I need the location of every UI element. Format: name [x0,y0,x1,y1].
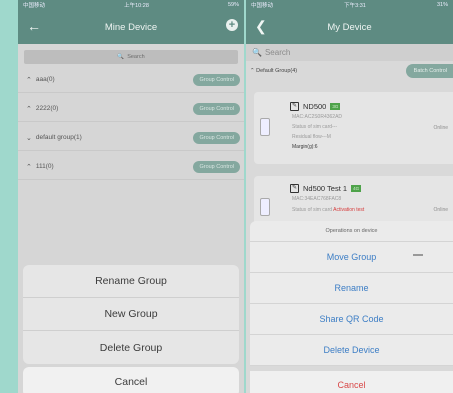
page-title: My Device [327,21,372,33]
move-group-button[interactable]: Move Group [250,242,453,273]
device-image [260,198,270,216]
chevron-up-icon: ⌃ [26,105,32,113]
online-status: Online [433,207,448,213]
margin-value: Margin(g):6 [292,144,318,150]
residual-flow: Residual flow---M [292,134,331,140]
page-title: Mine Device [104,21,158,33]
group-row[interactable]: ⌃ 2222(0) Group Control [18,96,244,122]
search-icon: 🔍 [252,48,262,57]
battery-text: 59% [227,2,239,8]
group-name: 2222(0) [35,105,59,112]
chevron-up-icon: ⌃ [250,68,255,74]
device-image [260,118,270,136]
device-name: Nd500 Test 1 [303,184,348,193]
group-name: aaa(0) [35,76,55,83]
sim-status-label: Status of sim card [292,207,333,213]
add-icon[interactable]: + [226,19,238,31]
group-header[interactable]: ⌃ Default Group(4) Batch Control [246,61,453,81]
search-input[interactable]: 🔍 Search [24,50,238,64]
left-app-bar: 中国移动 上午10:28 59% ← Mine Device + [18,0,244,44]
group-action-sheet: Rename Group New Group Delete Group [23,265,239,364]
device-card[interactable]: ✎ ND500 3G MAC:AC2S0R4362AD Status of si… [254,92,453,164]
rename-group-button[interactable]: Rename Group [23,265,239,298]
activation-alert: Activation test [333,207,365,213]
right-app-bar: 中国移动 下午3:31 31% ❮ My Device [246,0,453,44]
left-nav-bar: ← Mine Device + [18,10,244,44]
rename-button[interactable]: Rename [250,273,453,304]
right-status-bar: 中国移动 下午3:31 31% [246,0,453,10]
share-qr-code-button[interactable]: Share QR Code [250,304,453,335]
search-icon: 🔍 [117,54,125,60]
group-name: default group(1) [35,134,82,141]
device-name: ND500 [303,102,327,111]
time-text: 下午3:31 [344,3,366,9]
network-badge: 3G [330,103,341,110]
sim-status: Status of sim card--- [292,124,338,130]
online-status: Online [433,125,448,131]
network-badge: 4G [351,185,362,192]
device-card[interactable]: ✎ Nd500 Test 1 4G MAC:34EAC768FAC8 Statu… [254,176,453,226]
group-row[interactable]: ⌃ aaa(0) Group Control [18,67,244,93]
move-group-label: Move Group [326,252,377,262]
new-group-button[interactable]: New Group [23,298,239,331]
delete-group-button[interactable]: Delete Group [23,331,239,364]
device-mac: MAC:AC2S0R4362AD [292,114,343,120]
edit-icon[interactable]: ✎ [290,102,299,111]
device-action-sheet: Operations on device Move Group Rename S… [250,221,453,366]
left-status-bar: 中国移动 上午10:28 59% [18,0,244,10]
sim-status: Status of sim card Activation test [292,207,364,213]
group-name: 111(0) [35,163,54,170]
edit-icon[interactable]: ✎ [290,184,299,193]
battery-text: 31% [436,2,448,8]
delete-device-button[interactable]: Delete Device [250,335,453,366]
search-input[interactable]: 🔍 Search [246,44,453,61]
drag-handle-icon [413,254,423,256]
chevron-down-icon: ⌄ [26,134,32,142]
group-name: Default Group(4) [256,68,298,74]
time-text: 上午10:28 [124,3,149,9]
group-control-button[interactable]: Group Control [193,73,240,86]
device-mac: MAC:34EAC768FAC8 [292,196,342,202]
group-control-button[interactable]: Group Control [193,102,240,115]
carrier-text: 中国移动 [251,3,274,9]
back-arrow-icon[interactable]: ← [27,18,41,34]
group-row[interactable]: ⌄ default group(1) Group Control [18,125,244,151]
chevron-up-icon: ⌃ [26,76,32,84]
sheet-header: Operations on device [250,221,453,242]
group-row[interactable]: ⌃ 111(0) Group Control [18,154,244,180]
search-placeholder: Search [264,48,291,57]
cancel-button[interactable]: Cancel [23,367,239,393]
group-control-button[interactable]: Group Control [193,131,240,144]
left-phone-screen: 中国移动 上午10:28 59% ← Mine Device + 🔍 Searc… [18,0,244,393]
chevron-up-icon: ⌃ [26,163,32,171]
right-phone-screen: 中国移动 下午3:31 31% ❮ My Device 🔍 Search ⌃ D… [246,0,453,393]
batch-control-button[interactable]: Batch Control [405,64,453,78]
cancel-button[interactable]: Cancel [250,371,453,393]
right-nav-bar: ❮ My Device [246,10,453,44]
search-label: Search [127,54,145,60]
group-control-button[interactable]: Group Control [193,160,240,173]
back-chevron-icon[interactable]: ❮ [255,18,267,35]
carrier-text: 中国移动 [23,3,46,9]
